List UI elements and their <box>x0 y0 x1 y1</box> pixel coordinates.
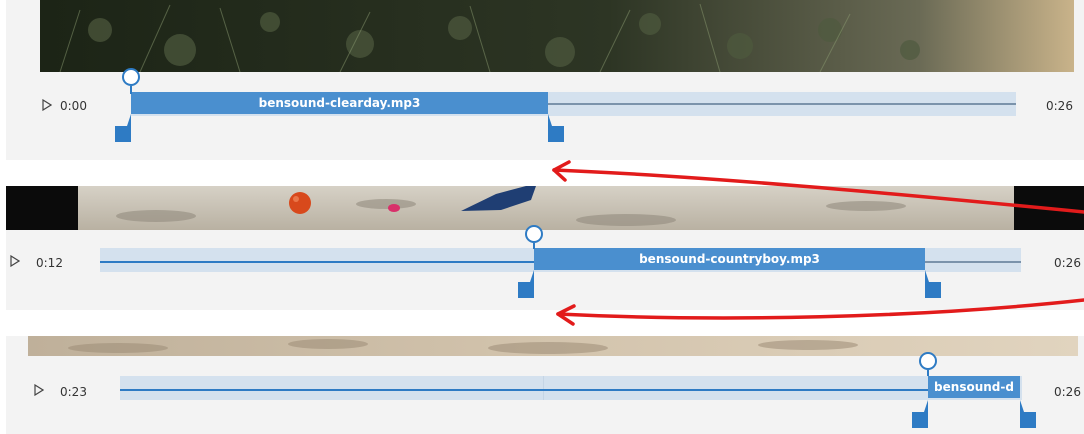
annotation-arrows <box>552 160 1084 326</box>
annotation-arrow-1 <box>552 168 1084 214</box>
annotation-arrow-2 <box>556 298 1084 320</box>
